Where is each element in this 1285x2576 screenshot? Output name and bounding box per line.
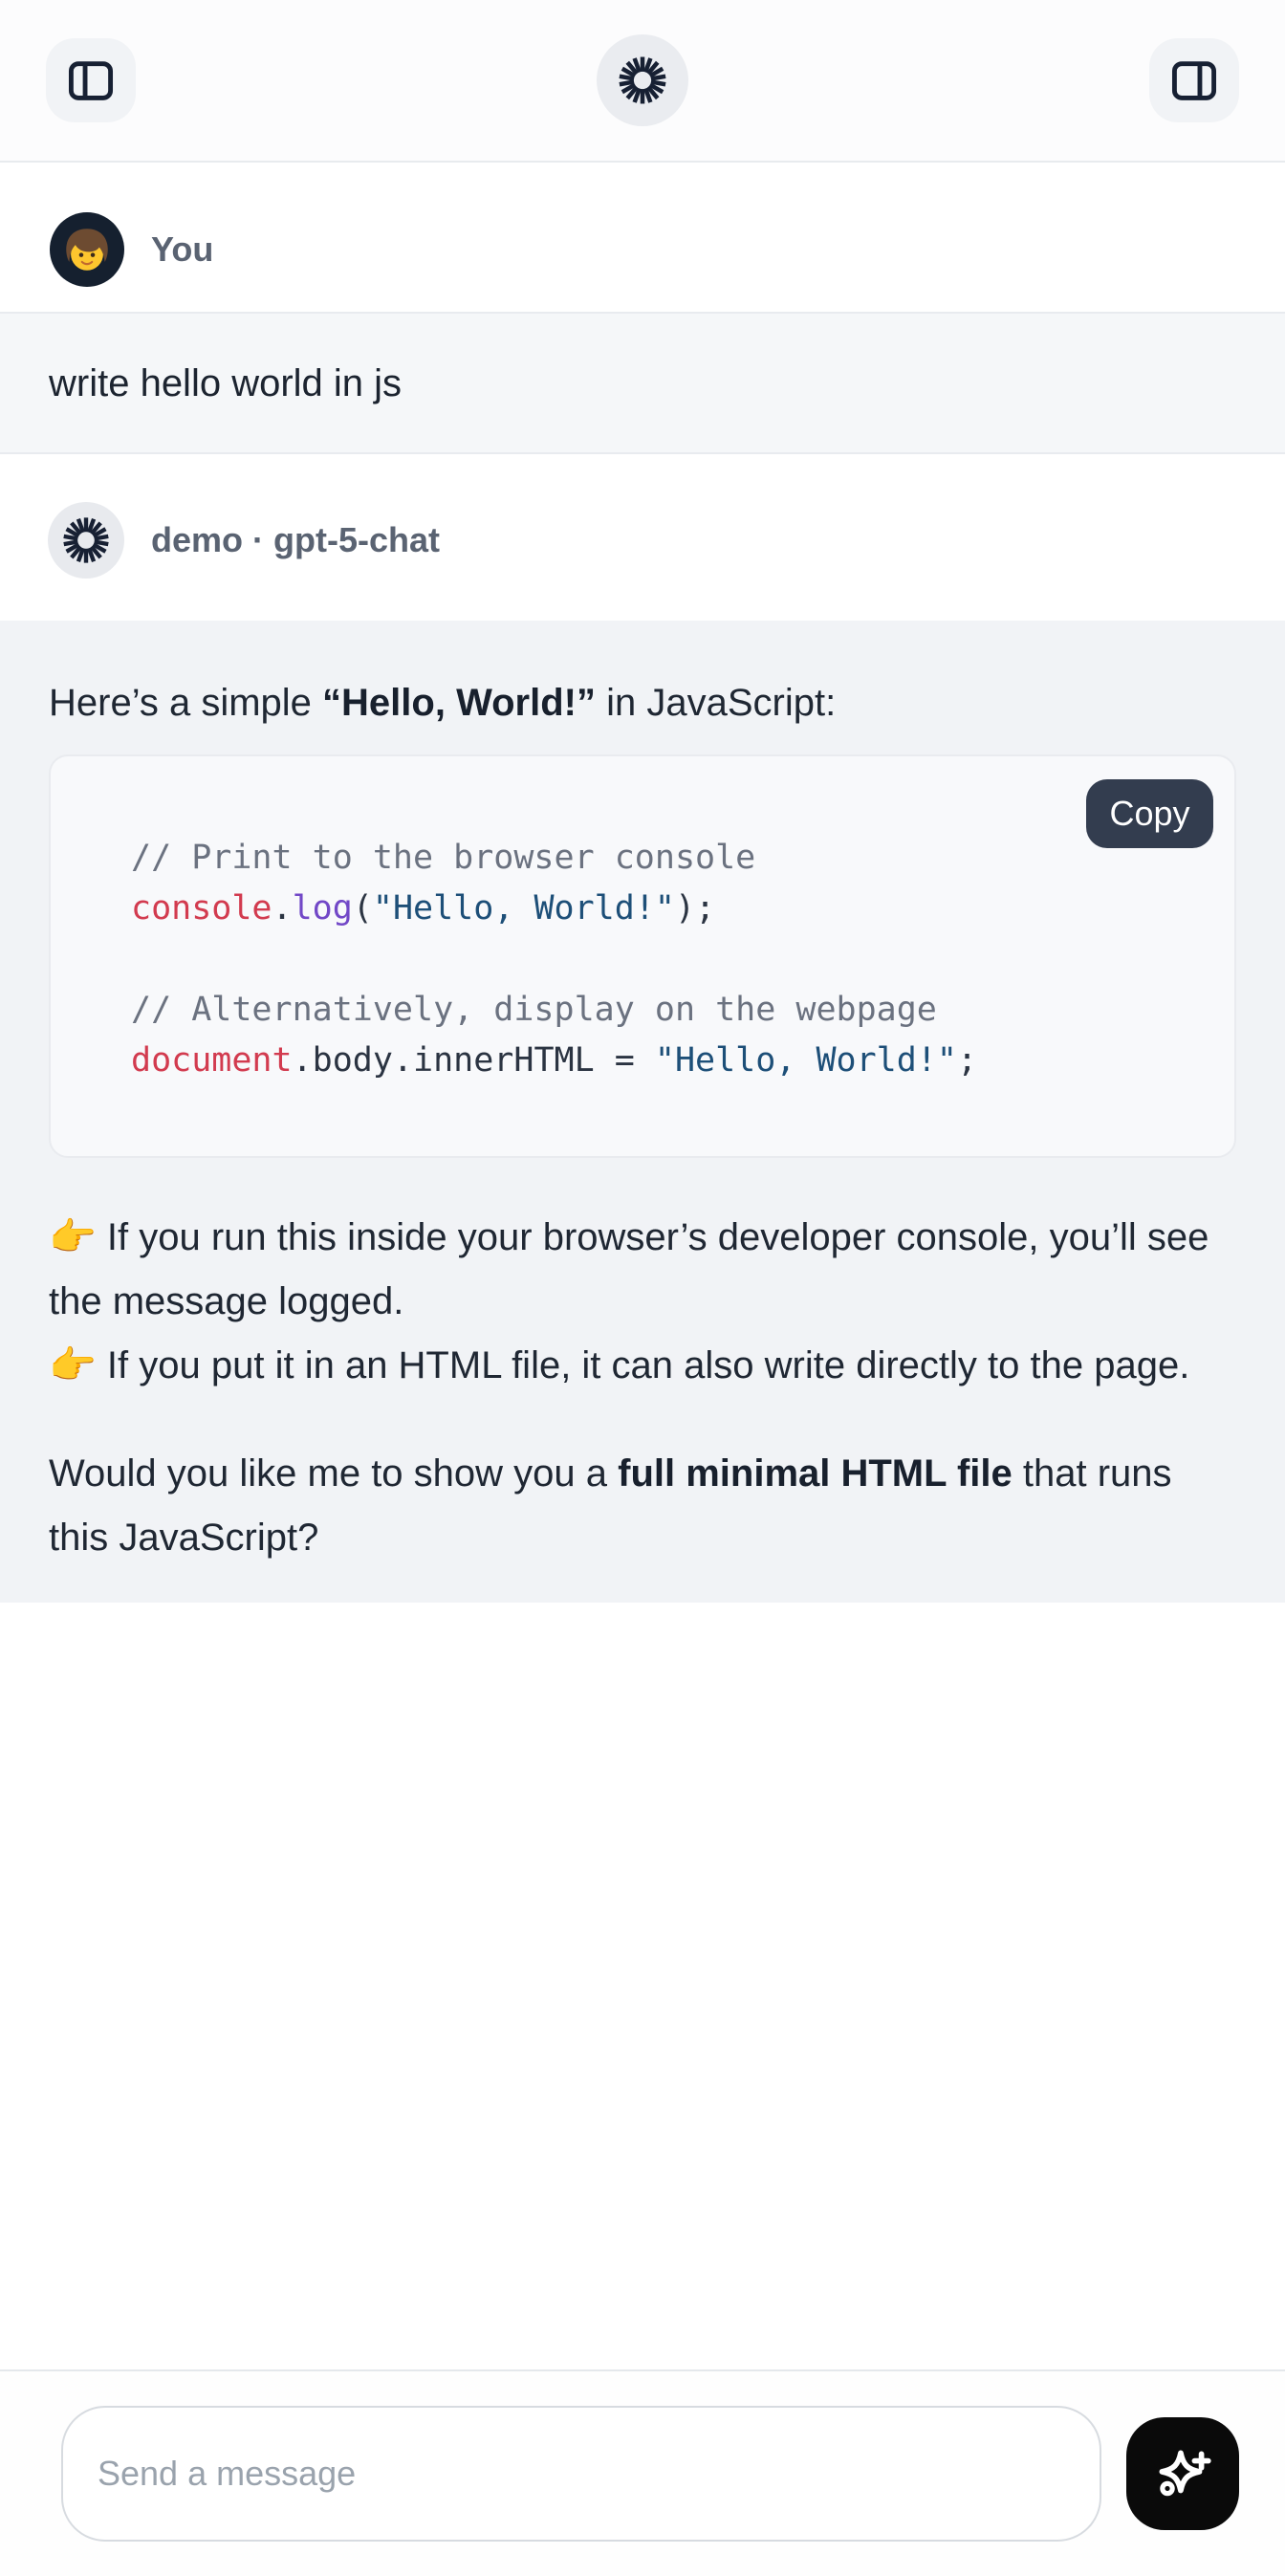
assistant-paragraph: Would you like me to show you a full min… bbox=[49, 1442, 1236, 1570]
assistant-paragraphs: 👉 If you run this inside your browser’s … bbox=[49, 1206, 1236, 1570]
panel-right-icon bbox=[1169, 55, 1219, 105]
user-message-text: write hello world in js bbox=[49, 357, 402, 410]
code-line: document.body.innerHTML = "Hello, World!… bbox=[131, 1036, 1154, 1086]
message-input[interactable] bbox=[61, 2406, 1101, 2542]
user-message: You write hello world in js bbox=[0, 163, 1285, 454]
composer-bar bbox=[0, 2369, 1285, 2576]
user-message-header: You bbox=[0, 163, 1285, 312]
assistant-message: demo · gpt-5-chat Here’s a simple “Hello… bbox=[0, 454, 1285, 1603]
starburst-avatar-icon bbox=[59, 513, 113, 567]
user-author-label: You bbox=[151, 229, 213, 270]
code-content: // Print to the browser consoleconsole.l… bbox=[51, 756, 1234, 1156]
code-line: // Print to the browser console bbox=[131, 833, 1154, 884]
app-logo-button[interactable] bbox=[597, 34, 688, 126]
conversation: You write hello world in js demo · gpt-5… bbox=[0, 163, 1285, 1603]
sidebar-toggle-button[interactable] bbox=[46, 38, 136, 122]
top-bar bbox=[0, 0, 1285, 163]
right-panel-toggle-button[interactable] bbox=[1149, 38, 1239, 122]
code-block: Copy // Print to the browser consolecons… bbox=[49, 754, 1236, 1158]
assistant-message-body: Here’s a simple “Hello, World!” in JavaS… bbox=[0, 621, 1285, 1603]
assistant-intro: Here’s a simple “Hello, World!” in JavaS… bbox=[49, 676, 1236, 730]
starburst-logo-icon bbox=[615, 53, 670, 108]
panel-left-icon bbox=[66, 55, 116, 105]
user-message-bubble: write hello world in js bbox=[0, 312, 1285, 454]
copy-code-button[interactable]: Copy bbox=[1086, 779, 1213, 848]
person-emoji-icon bbox=[59, 222, 115, 277]
sparkle-send-button[interactable] bbox=[1126, 2417, 1239, 2530]
assistant-paragraph: 👉 If you put it in an HTML file, it can … bbox=[49, 1334, 1236, 1398]
assistant-paragraph: 👉 If you run this inside your browser’s … bbox=[49, 1206, 1236, 1334]
empty-scroll-area bbox=[0, 1603, 1285, 2369]
assistant-message-header: demo · gpt-5-chat bbox=[0, 454, 1285, 621]
assistant-author-label: demo · gpt-5-chat bbox=[151, 520, 440, 560]
code-line: console.log("Hello, World!"); bbox=[131, 884, 1154, 934]
assistant-avatar bbox=[48, 502, 124, 579]
chat-app: You write hello world in js demo · gpt-5… bbox=[0, 0, 1285, 2576]
code-line bbox=[131, 934, 1154, 985]
code-line: // Alternatively, display on the webpage bbox=[131, 985, 1154, 1036]
sparkle-plus-icon bbox=[1151, 2442, 1214, 2505]
user-avatar bbox=[50, 212, 124, 287]
